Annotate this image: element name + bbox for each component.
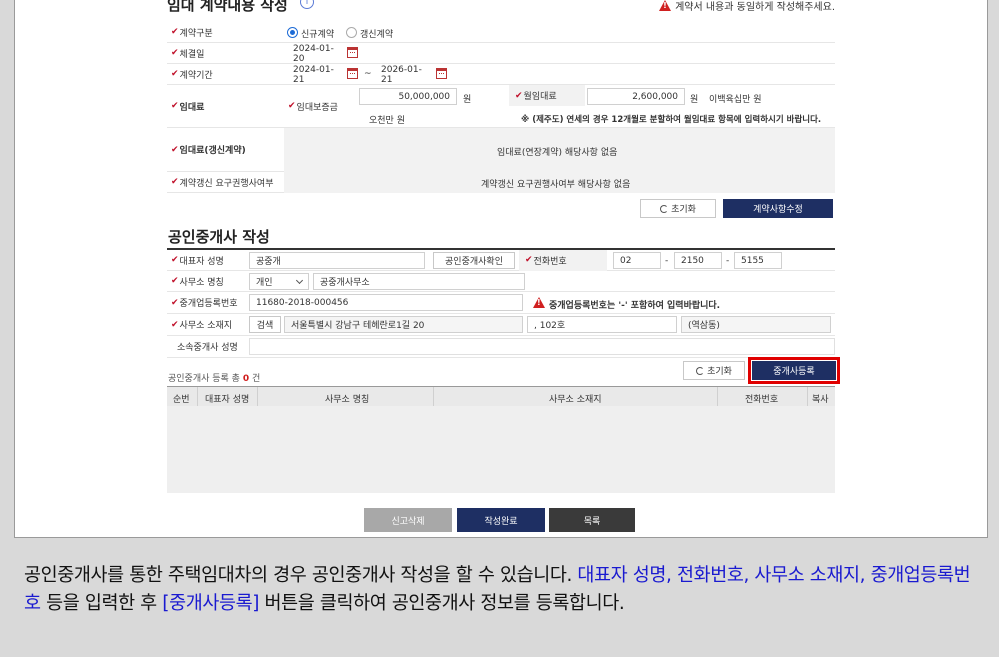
period-end-input[interactable]: 2026-01-21 — [375, 65, 435, 85]
address-input[interactable]: 서울특별시 강남구 테헤란로1길 20 — [284, 316, 523, 333]
office-name-label: ✔ 사무소 명칭 — [171, 276, 224, 288]
contract-header: 임대 계약내용 작성 i 계약서 내용과 동일하게 작성해주세요. — [167, 0, 835, 16]
col-copy: 복사 — [812, 395, 829, 405]
sign-date-row: ✔ 체결일 2024-01-20 — [167, 43, 835, 64]
reg-no-input[interactable]: 11680-2018-000456 — [249, 294, 523, 311]
renew-right-label: ✔ 계약갱신 요구권행사여부 — [171, 177, 274, 189]
deposit-unit: 원 — [463, 95, 472, 105]
highlight-box — [748, 357, 840, 384]
reg-no-notice: 중개업등록번호는 '-' 포함하여 입력바랍니다. — [549, 301, 721, 311]
reg-no-label: ✔ 중개업등록번호 — [171, 297, 238, 310]
instruction-caption: 공인중개사를 통한 주택임대차의 경우 공인중개사 작성을 할 수 있습니다. … — [24, 565, 971, 614]
broker-reset-button[interactable]: 초기화 — [683, 361, 745, 380]
col-seq: 순번 — [173, 395, 190, 405]
deposit-label: ✔ 임대보증금 — [288, 101, 338, 113]
info-icon[interactable]: i — [300, 0, 314, 9]
radio-renew-contract[interactable] — [346, 27, 357, 38]
address-search-button[interactable]: 검색 — [249, 316, 281, 333]
address-extra-input[interactable]: (역삼동) — [681, 316, 831, 333]
affiliated-input[interactable] — [249, 338, 835, 355]
calendar-icon[interactable] — [347, 68, 358, 79]
list-button[interactable]: 목록 — [549, 508, 635, 532]
broker-table-header: 순번 대표자 성명 사무소 명칭 사무소 소재지 전화번호 복사 — [167, 386, 835, 407]
phone-middle-input[interactable]: 2150 — [674, 252, 722, 269]
rent-row: ✔ 임대료 ✔ 임대보증금 50,000,000 원 오천만 원 ✔ 월임대료 2,6… — [167, 85, 835, 128]
period-start-input[interactable]: 2024-01-21 — [287, 65, 345, 85]
renew-rent-label: ✔ 임대료(갱신계약) — [171, 144, 246, 157]
refresh-icon — [696, 366, 705, 375]
rep-name-input[interactable]: 공중개 — [249, 252, 425, 269]
radio-renew-label: 갱신계약 — [360, 30, 394, 40]
renew-right-row: ✔ 계약갱신 요구권행사여부 계약갱신 요구권행사여부 해당사항 없음 — [167, 172, 835, 193]
col-office-name: 사무소 명칭 — [325, 395, 370, 405]
phone-label: ✔ 전화번호 — [525, 255, 567, 267]
deposit-input[interactable]: 50,000,000 — [359, 88, 457, 105]
rep-name-row: ✔ 대표자 성명 공중개 공인중개사확인 ✔ 전화번호 02 - 2150 - 51… — [167, 250, 835, 271]
address-row: ✔ 사무소 소재지 검색 서울특별시 강남구 테헤란로1길 20 , 102호 (… — [167, 314, 835, 336]
phone-separator: - — [726, 256, 730, 266]
phone-last-input[interactable]: 5155 — [734, 252, 782, 269]
address-label: ✔ 사무소 소재지 — [171, 319, 233, 332]
sign-date-label: ✔ 체결일 — [171, 48, 205, 60]
renew-right-value: 계약갱신 요구권행사여부 해당사항 없음 — [481, 180, 631, 190]
office-name-row: ✔ 사무소 명칭 개인 공중개사무소 — [167, 271, 835, 292]
calendar-icon[interactable] — [347, 47, 358, 58]
refresh-icon — [660, 204, 669, 213]
col-phone: 전화번호 — [745, 395, 779, 405]
rep-name-label: ✔ 대표자 성명 — [171, 255, 224, 267]
renew-rent-value: 임대료(연장계약) 해당사항 없음 — [497, 148, 618, 158]
deposit-korean: 오천만 원 — [369, 116, 405, 126]
radio-new-label: 신규계약 — [301, 30, 335, 40]
col-address: 사무소 소재지 — [549, 395, 602, 405]
broker-table-body — [167, 406, 835, 493]
monthly-rent-label: ✔ 월임대료 — [515, 90, 557, 103]
contract-type-row: ✔ 계약구분 신규계약 갱신계약 — [167, 22, 835, 43]
radio-new-contract[interactable] — [287, 27, 298, 38]
monthly-rent-input[interactable]: 2,600,000 — [587, 88, 685, 105]
calendar-icon[interactable] — [436, 68, 447, 79]
period-row: ✔ 계약기간 2024-01-21 ~ 2026-01-21 — [167, 64, 835, 85]
broker-section-title: 공인중개사 작성 — [168, 228, 270, 246]
contract-edit-button[interactable]: 계약사항수정 — [723, 199, 833, 218]
rent-label: ✔ 임대료 — [171, 101, 205, 113]
period-label: ✔ 계약기간 — [171, 69, 213, 81]
warning-icon — [659, 0, 672, 11]
col-rep-name: 대표자 성명 — [205, 395, 250, 405]
affiliated-label: 소속중개사 성명 — [177, 343, 238, 353]
delete-report-button[interactable]: 신고삭제 — [364, 508, 452, 532]
reg-no-row: ✔중개업등록번호 11680-2018-000456 중개업등록번호는 '-' … — [167, 292, 835, 314]
period-separator: ~ — [364, 69, 372, 79]
office-type-select[interactable]: 개인 — [249, 273, 309, 290]
phone-area-input[interactable]: 02 — [613, 252, 661, 269]
monthly-rent-note: ※ (제주도) 연세의 경우 12개월로 분할하여 월임대료 항목에 입력하시기… — [521, 115, 822, 125]
contract-type-label: ✔ 계약구분 — [171, 27, 213, 39]
renew-rent-row: ✔ 임대료(갱신계약) 임대료(연장계약) 해당사항 없음 — [167, 128, 835, 172]
warning-icon — [533, 297, 545, 308]
chevron-down-icon — [295, 276, 304, 285]
broker-count: 공인중개사 등록 총 0 건 — [168, 374, 261, 384]
broker-verify-button[interactable]: 공인중개사확인 — [433, 252, 515, 269]
contract-reset-button[interactable]: 초기화 — [640, 199, 716, 218]
address-detail-input[interactable]: , 102호 — [527, 316, 677, 333]
sign-date-input[interactable]: 2024-01-20 — [287, 44, 345, 64]
complete-button[interactable]: 작성완료 — [457, 508, 545, 532]
affiliated-row: 소속중개사 성명 — [167, 336, 835, 358]
contract-section-title: 임대 계약내용 작성 — [167, 0, 288, 14]
contract-notice: 계약서 내용과 동일하게 작성해주세요. — [659, 0, 835, 13]
phone-separator: - — [665, 256, 669, 266]
monthly-unit: 원 — [690, 95, 699, 105]
office-name-input[interactable]: 공중개사무소 — [313, 273, 525, 290]
monthly-korean: 이백육십만 원 — [709, 95, 762, 105]
